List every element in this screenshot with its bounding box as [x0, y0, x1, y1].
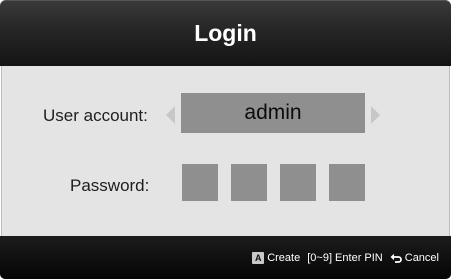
- pin-digit-field[interactable]: [280, 164, 316, 201]
- hint-row: A Create [0~9] Enter PIN Cancel: [252, 250, 439, 266]
- dialog-title: Login: [194, 20, 257, 46]
- pin-digit-field[interactable]: [329, 164, 365, 201]
- chevron-left-icon[interactable]: [166, 106, 175, 124]
- cancel-hint[interactable]: Cancel: [405, 252, 439, 264]
- login-dialog: Login User account: admin Password: A Cr…: [0, 0, 451, 279]
- a-key-icon: A: [252, 252, 265, 264]
- pin-digit-field[interactable]: [231, 164, 267, 201]
- user-account-label: User account:: [43, 106, 148, 125]
- pin-digit-field[interactable]: [182, 164, 218, 201]
- return-icon: [390, 253, 402, 263]
- create-hint[interactable]: Create: [267, 252, 300, 264]
- user-account-selector[interactable]: admin: [181, 93, 365, 133]
- password-label: Password:: [70, 176, 150, 195]
- enter-pin-hint: [0~9] Enter PIN: [307, 252, 383, 264]
- chevron-right-icon[interactable]: [371, 106, 380, 124]
- login-form-panel: [1, 66, 450, 236]
